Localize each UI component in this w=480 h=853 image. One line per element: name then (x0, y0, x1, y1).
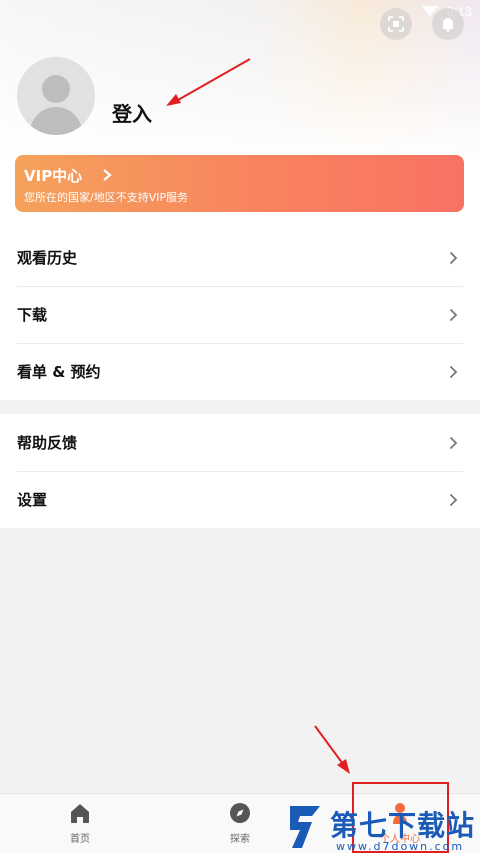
menu-item-label: 下载 (17, 306, 48, 324)
menu-item-label: 看单 & 预约 (17, 363, 101, 381)
vip-subtitle: 您所在的国家/地区不支持VIP服务 (24, 191, 189, 204)
menu-group-secondary: 帮助反馈 设置 (0, 414, 480, 528)
menu-item-help-feedback[interactable]: 帮助反馈 (0, 414, 480, 471)
menu-item-label: 设置 (17, 491, 48, 509)
notification-button[interactable] (432, 8, 464, 40)
vip-title: VIP中心 (24, 167, 83, 185)
watermark-url: www.d7down.com (336, 840, 465, 853)
login-button[interactable]: 登入 (112, 98, 152, 127)
nav-item-home[interactable]: 首页 (30, 794, 130, 853)
watermark: 第七下载站 www.d7down.com (286, 800, 480, 853)
watermark-text: 第七下载站 (330, 809, 476, 842)
menu-group-main: 观看历史 下载 看单 & 预约 (0, 229, 480, 400)
annotation-arrow-profile (314, 725, 350, 774)
chevron-right-icon (449, 493, 458, 507)
watermark-logo-icon (290, 806, 320, 848)
nav-label: 首页 (70, 834, 90, 845)
avatar-body-shape (30, 107, 82, 135)
scan-icon (388, 16, 404, 32)
compass-icon (230, 803, 250, 823)
menu-item-watch-history[interactable]: 观看历史 (0, 229, 480, 286)
chevron-right-icon (449, 436, 458, 450)
menu-item-settings[interactable]: 设置 (0, 471, 480, 528)
menu-item-download[interactable]: 下载 (0, 286, 480, 343)
chevron-right-icon (449, 365, 458, 379)
menu-item-label: 观看历史 (17, 249, 78, 267)
home-icon (71, 804, 89, 823)
chevron-right-icon (449, 251, 458, 265)
bell-icon (442, 18, 454, 32)
chevron-right-icon (449, 308, 458, 322)
avatar-head-shape (42, 75, 70, 103)
nav-label: 探索 (230, 834, 250, 845)
menu-item-watchlist-reservation[interactable]: 看单 & 预约 (0, 343, 480, 400)
scan-button[interactable] (380, 8, 412, 40)
nav-item-explore[interactable]: 探索 (190, 794, 290, 853)
menu-item-label: 帮助反馈 (17, 434, 78, 452)
chevron-right-icon (103, 169, 112, 181)
vip-center-card[interactable]: VIP中心 您所在的国家/地区不支持VIP服务 (15, 155, 464, 212)
avatar[interactable] (17, 57, 95, 135)
